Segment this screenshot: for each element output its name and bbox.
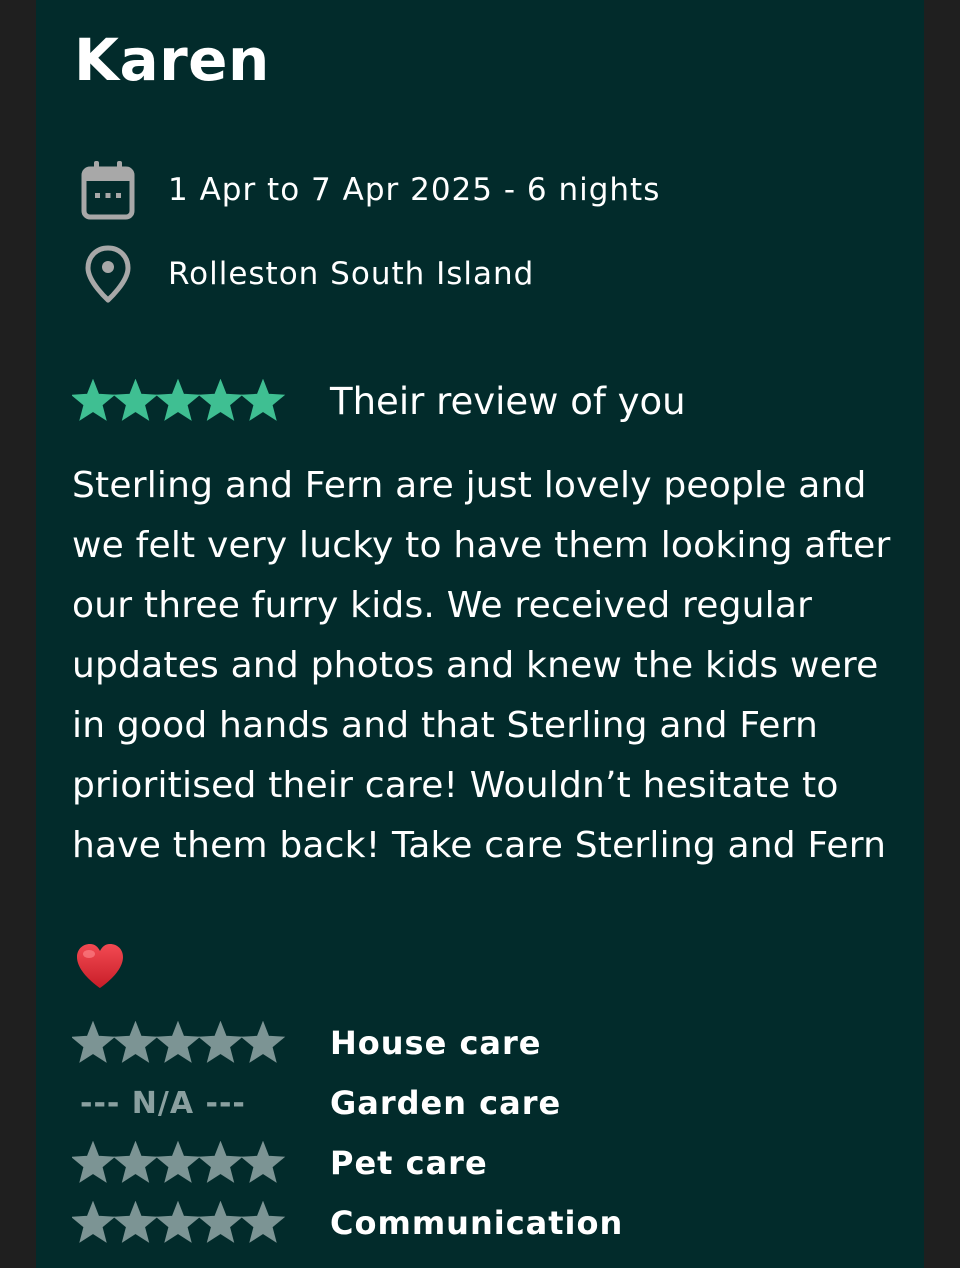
category-star-rating: [72, 1201, 294, 1245]
overall-rating-row: Their review of you: [72, 376, 686, 426]
category-label: Pet care: [330, 1144, 488, 1182]
category-3-star-3: [155, 1201, 201, 1243]
category-3-star-1: [72, 1201, 116, 1243]
category-2-star-1: [72, 1141, 116, 1183]
category-3-star-2: [113, 1201, 158, 1243]
stay-dates: 1 Apr to 7 Apr 2025 - 6 nights: [168, 172, 661, 208]
category-star-rating: [72, 1021, 294, 1065]
category-row: Communication: [72, 1198, 622, 1248]
category-0-star-4: [198, 1021, 243, 1063]
stay-location-row: Rolleston South Island: [76, 242, 533, 306]
category-label: Communication: [330, 1204, 624, 1242]
category-label: House care: [330, 1024, 542, 1062]
overall-star-4: [198, 379, 243, 421]
category-0-star-2: [113, 1021, 158, 1063]
category-0-star-5: [240, 1021, 286, 1063]
category-row: Pet care: [72, 1138, 487, 1188]
category-na: --- N/A ---: [72, 1081, 294, 1125]
reviewer-name: Karen: [74, 26, 270, 94]
overall-star-3: [155, 379, 201, 421]
category-3-star-5: [240, 1201, 286, 1243]
overall-star-rating: [72, 379, 294, 423]
category-2-star-3: [155, 1141, 201, 1183]
overall-rating-label: Their review of you: [330, 379, 686, 423]
overall-star-1: [72, 379, 116, 421]
overall-star-5: [240, 379, 286, 421]
category-0-star-3: [155, 1021, 201, 1063]
category-2-star-4: [198, 1141, 243, 1183]
category-star-rating: [72, 1141, 294, 1185]
na-label: --- N/A ---: [80, 1085, 246, 1121]
stay-location: Rolleston South Island: [168, 256, 535, 292]
category-row: House care: [72, 1018, 540, 1068]
category-2-star-2: [113, 1141, 158, 1183]
stay-dates-row: 1 Apr to 7 Apr 2025 - 6 nights: [76, 158, 659, 222]
review-text: Sterling and Fern are just lovely people…: [72, 465, 891, 866]
review-card: Karen 1 Apr to 7 Apr 2025 - 6 nights Rol…: [36, 0, 924, 1268]
map-pin-icon: [76, 242, 140, 306]
heart-emoji-icon: [74, 942, 126, 990]
category-0-star-1: [72, 1021, 116, 1063]
calendar-icon: [76, 158, 140, 222]
overall-star-2: [113, 379, 158, 421]
category-label: Garden care: [330, 1084, 562, 1122]
category-2-star-5: [240, 1141, 286, 1183]
category-3-star-4: [198, 1201, 243, 1243]
category-row: --- N/A --- Garden care: [72, 1078, 560, 1128]
